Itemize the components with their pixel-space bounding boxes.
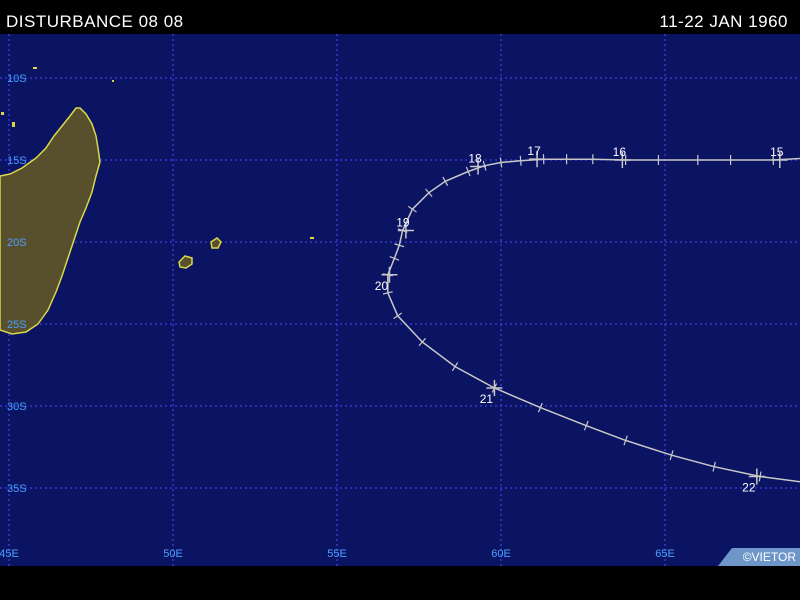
ocean-background	[0, 34, 800, 566]
longitude-label: 65E	[655, 548, 675, 560]
track-tick	[519, 155, 522, 166]
latitude-label: 20S	[7, 237, 27, 249]
date-range: 11-22 JAN 1960	[659, 12, 788, 31]
day-label: 19	[396, 216, 410, 230]
day-label: 16	[613, 145, 627, 159]
day-label: 20	[375, 279, 389, 293]
longitude-label: 55E	[327, 548, 347, 560]
day-label: 17	[527, 144, 541, 158]
latitude-label: 15S	[7, 155, 27, 167]
day-label: 22	[742, 481, 756, 495]
islet-marker	[1, 112, 4, 115]
islet-marker	[33, 67, 37, 69]
latitude-label: 35S	[7, 483, 27, 495]
longitude-label: 60E	[491, 548, 511, 560]
day-label: 15	[770, 145, 784, 159]
track-map-frame: 45E50E55E60E65E70E75E80E85E90E10S15S20S2…	[0, 0, 800, 600]
track-map: 45E50E55E60E65E70E75E80E85E90E10S15S20S2…	[0, 34, 800, 566]
islet-marker	[12, 122, 15, 127]
longitude-label: 50E	[163, 548, 183, 560]
credit-badge: ©VIETOR	[718, 548, 800, 566]
islet-marker	[310, 237, 314, 239]
latitude-label: 10S	[7, 73, 27, 85]
storm-title: DISTURBANCE 08 08	[6, 12, 184, 31]
longitude-label: 45E	[0, 548, 19, 560]
islet-marker	[112, 80, 114, 82]
day-label: 18	[468, 152, 482, 166]
latitude-label: 25S	[7, 319, 27, 331]
latitude-label: 30S	[7, 401, 27, 413]
day-label: 21	[480, 392, 494, 406]
